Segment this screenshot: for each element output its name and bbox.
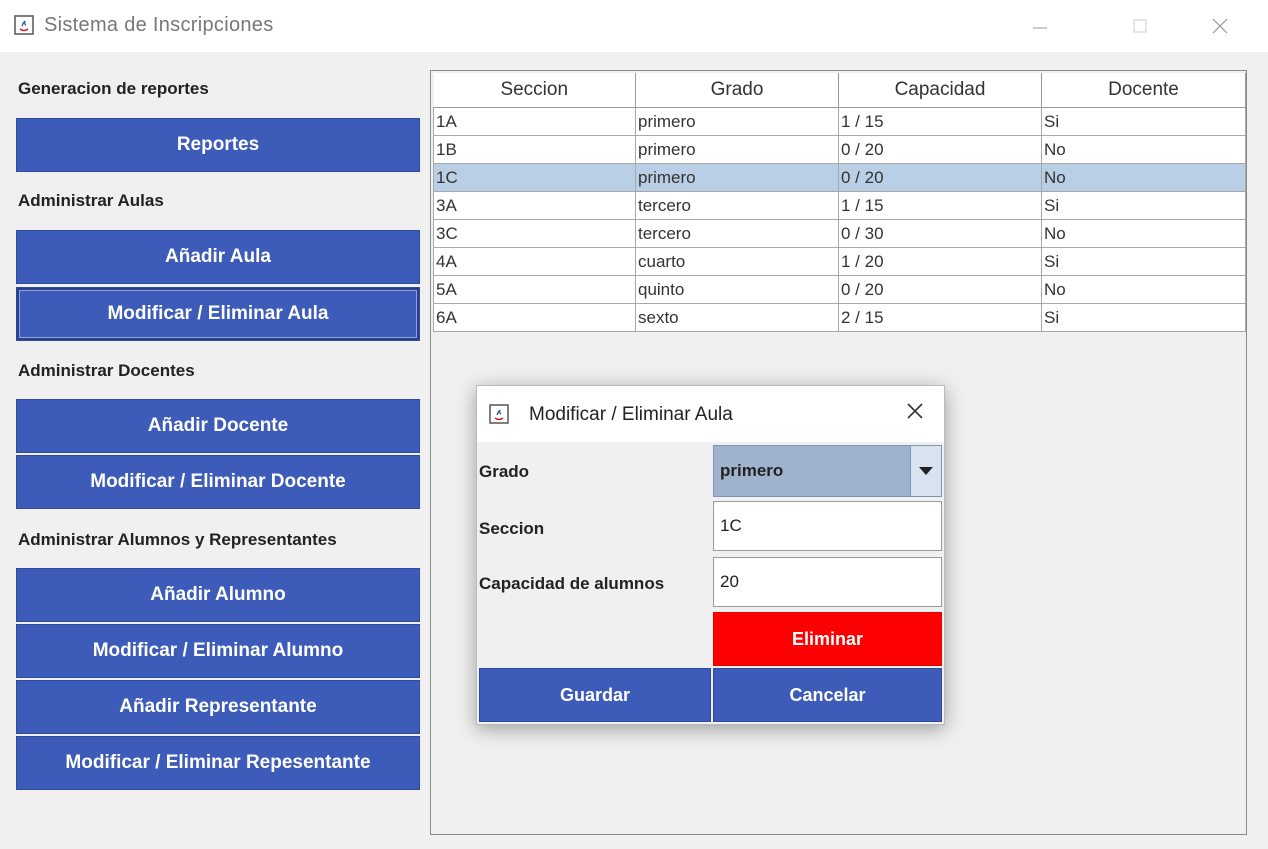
cell-grado[interactable]: primero [635, 135, 839, 164]
cell-capacidad[interactable]: 1 / 15 [838, 191, 1042, 220]
cell-grado[interactable]: primero [635, 107, 839, 136]
modify-delete-alumno-button[interactable]: Modificar / Eliminar Alumno [16, 624, 420, 678]
column-header-seccion[interactable]: Seccion [433, 73, 636, 108]
column-header-docente[interactable]: Docente [1041, 73, 1246, 108]
eliminar-button[interactable]: Eliminar [713, 612, 942, 666]
table-row[interactable]: 1B primero 0 / 20 No [433, 135, 1246, 164]
cell-grado[interactable]: tercero [635, 219, 839, 248]
close-icon [1212, 18, 1228, 34]
column-header-capacidad[interactable]: Capacidad [838, 73, 1042, 108]
cell-capacidad[interactable]: 1 / 20 [838, 247, 1042, 276]
cell-capacidad[interactable]: 0 / 20 [838, 163, 1042, 192]
add-docente-button[interactable]: Añadir Docente [16, 399, 420, 453]
close-window-button[interactable] [1200, 8, 1240, 44]
cell-docente[interactable]: Si [1041, 107, 1246, 136]
java-app-icon [14, 15, 34, 35]
modify-delete-representante-button[interactable]: Modificar / Eliminar Repesentante [16, 736, 420, 790]
grado-label: Grado [479, 462, 530, 481]
add-alumno-button[interactable]: Añadir Alumno [16, 568, 420, 622]
cell-grado[interactable]: cuarto [635, 247, 839, 276]
cell-seccion[interactable]: 3C [433, 219, 636, 248]
section-label-aulas: Administrar Aulas [18, 191, 164, 210]
cell-grado[interactable]: quinto [635, 275, 839, 304]
cell-docente[interactable]: Si [1041, 303, 1246, 332]
add-representante-button[interactable]: Añadir Representante [16, 680, 420, 734]
cell-docente[interactable]: No [1041, 275, 1246, 304]
cell-capacidad[interactable]: 0 / 30 [838, 219, 1042, 248]
cell-capacidad[interactable]: 1 / 15 [838, 107, 1042, 136]
capacidad-input[interactable]: 20 [713, 557, 942, 607]
dropdown-arrow[interactable] [910, 446, 941, 496]
cell-capacidad[interactable]: 0 / 20 [838, 135, 1042, 164]
grado-select[interactable]: primero [713, 445, 942, 497]
dialog-close-button[interactable] [906, 400, 924, 426]
minimize-icon [1033, 27, 1047, 29]
cell-capacidad[interactable]: 0 / 20 [838, 275, 1042, 304]
cancelar-button[interactable]: Cancelar [713, 668, 942, 722]
window-title: Sistema de Inscripciones [44, 14, 274, 36]
seccion-input[interactable]: 1C [713, 501, 942, 551]
guardar-button[interactable]: Guardar [479, 668, 711, 722]
capacidad-label: Capacidad de alumnos [479, 574, 665, 593]
section-label-reportes: Generacion de reportes [18, 79, 209, 98]
table-header-row: Seccion Grado Capacidad Docente [433, 73, 1246, 108]
cell-docente[interactable]: No [1041, 219, 1246, 248]
maximize-icon [1133, 19, 1147, 33]
table-row[interactable]: 1A primero 1 / 15 Si [433, 107, 1246, 136]
cell-docente[interactable]: Si [1041, 247, 1246, 276]
cell-grado[interactable]: tercero [635, 191, 839, 220]
close-icon [907, 403, 923, 419]
java-app-icon [489, 404, 509, 424]
modify-delete-aula-button[interactable]: Modificar / Eliminar Aula [16, 287, 420, 341]
table-row[interactable]: 3A tercero 1 / 15 Si [433, 191, 1246, 220]
cell-seccion[interactable]: 1B [433, 135, 636, 164]
cell-docente[interactable]: Si [1041, 191, 1246, 220]
cell-docente[interactable]: No [1041, 163, 1246, 192]
chevron-down-icon [919, 467, 933, 475]
cell-seccion[interactable]: 6A [433, 303, 636, 332]
dialog-title: Modificar / Eliminar Aula [529, 404, 733, 425]
section-label-docentes: Administrar Docentes [18, 361, 195, 380]
table-row[interactable]: 4A cuarto 1 / 20 Si [433, 247, 1246, 276]
grado-selected-value: primero [720, 461, 784, 480]
aulas-table: Seccion Grado Capacidad Docente 1A prime… [433, 73, 1246, 332]
modify-delete-docente-button[interactable]: Modificar / Eliminar Docente [16, 455, 420, 509]
modify-aula-dialog: Modificar / Eliminar Aula Grado primero … [476, 385, 945, 725]
table-row[interactable]: 5A quinto 0 / 20 No [433, 275, 1246, 304]
cell-docente[interactable]: No [1041, 135, 1246, 164]
table-row-selected[interactable]: 1C primero 0 / 20 No [433, 163, 1246, 192]
cell-seccion[interactable]: 1C [433, 163, 636, 192]
cell-grado[interactable]: sexto [635, 303, 839, 332]
cell-capacidad[interactable]: 2 / 15 [838, 303, 1042, 332]
seccion-label: Seccion [479, 519, 545, 538]
table-row[interactable]: 3C tercero 0 / 30 No [433, 219, 1246, 248]
cell-seccion[interactable]: 1A [433, 107, 636, 136]
title-bar: Sistema de Inscripciones [0, 0, 1268, 52]
cell-seccion[interactable]: 5A [433, 275, 636, 304]
cell-seccion[interactable]: 4A [433, 247, 636, 276]
column-header-grado[interactable]: Grado [635, 73, 839, 108]
cell-grado[interactable]: primero [635, 163, 839, 192]
add-aula-button[interactable]: Añadir Aula [16, 230, 420, 284]
maximize-button[interactable] [1120, 8, 1160, 44]
table-row[interactable]: 6A sexto 2 / 15 Si [433, 303, 1246, 332]
cell-seccion[interactable]: 3A [433, 191, 636, 220]
section-label-alumnos: Administrar Alumnos y Representantes [18, 530, 337, 549]
dialog-body: Grado primero Seccion 1C Capacidad de al… [477, 442, 944, 724]
minimize-button[interactable] [1020, 8, 1060, 44]
reportes-button[interactable]: Reportes [16, 118, 420, 172]
